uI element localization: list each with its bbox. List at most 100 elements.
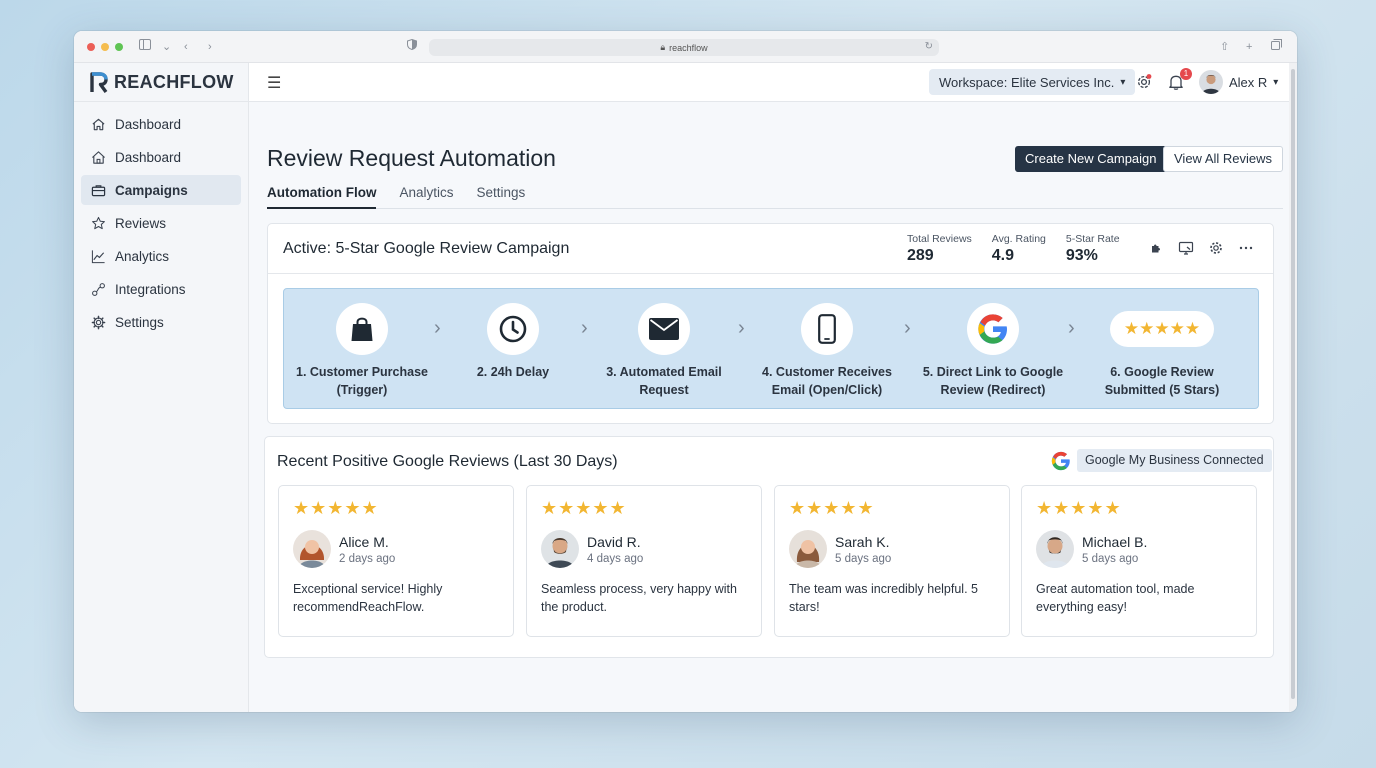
flow-step-email[interactable]: 3. Automated Email Request [584, 303, 744, 399]
recent-reviews-card: Recent Positive Google Reviews (Last 30 … [264, 436, 1274, 658]
settings-status-icon[interactable] [1135, 73, 1153, 91]
review-card[interactable]: ★★★★★ Sarah K. 5 days ago The team was i… [774, 485, 1010, 637]
stat-label: 5-Star Rate [1065, 233, 1120, 245]
tab-analytics[interactable]: Analytics [399, 181, 453, 209]
user-menu[interactable]: Alex R ▾ [1199, 70, 1278, 94]
review-time: 4 days ago [587, 552, 644, 565]
reviewer-name: Sarah K. [835, 533, 890, 550]
top-bar: ☰ Workspace: Elite Services Inc. ▾ 1 Ale… [249, 63, 1289, 102]
window-controls [87, 43, 123, 51]
review-text: The team was incredibly helpful. 5 stars… [789, 582, 978, 614]
puzzle-icon[interactable] [1148, 240, 1164, 256]
user-name: Alex R [1229, 74, 1268, 90]
address-bar[interactable]: 🔒︎ reachflow ↻ [429, 39, 939, 56]
tab-settings[interactable]: Settings [477, 181, 526, 209]
gear-icon[interactable] [1208, 240, 1224, 256]
campaign-stats: Total Reviews 289 Avg. Rating 4.9 5-Star… [907, 233, 1120, 265]
google-logo-icon [967, 303, 1019, 355]
google-connection-status[interactable]: Google My Business Connected [1051, 449, 1272, 472]
sidebar-item-label: Reviews [115, 215, 167, 231]
tab-automation-flow[interactable]: Automation Flow [267, 181, 377, 209]
divider [268, 273, 1273, 274]
sidebar-item-integrations[interactable]: Integrations [81, 274, 241, 304]
five-stars-icon: ★★★★★ [1110, 311, 1214, 347]
brand-name: REACHFLOW [114, 71, 234, 92]
google-logo-icon [1051, 451, 1070, 470]
close-window-button[interactable] [87, 43, 95, 51]
view-all-reviews-button[interactable]: View All Reviews [1163, 146, 1284, 172]
flow-step-receive[interactable]: 4. Customer Receives Email (Open/Click) [747, 303, 907, 399]
clock-icon [487, 303, 539, 355]
more-options-icon[interactable] [1238, 240, 1254, 256]
flow-step-review-submitted[interactable]: ★★★★★ 6. Google Review Submitted (5 Stars… [1082, 303, 1242, 399]
stat-label: Total Reviews [907, 233, 972, 245]
integration-icon [92, 282, 105, 296]
reviewer: Michael B. 5 days ago [1036, 530, 1147, 568]
chevron-down-icon: ▾ [1120, 76, 1126, 88]
tab-overview-icon[interactable] [1271, 39, 1282, 55]
flow-step-google-link[interactable]: 5. Direct Link to Google Review (Redirect… [913, 303, 1073, 399]
back-icon[interactable]: ‹ [184, 39, 188, 55]
workspace-label: Workspace: Elite Services Inc. [939, 74, 1115, 90]
reviewer-name: Alice M. [339, 533, 389, 550]
briefcase-icon [91, 184, 106, 196]
reload-icon[interactable]: ↻ [925, 41, 933, 52]
create-campaign-button[interactable]: Create New Campaign [1015, 146, 1167, 172]
sidebar-item-settings[interactable]: Settings [81, 307, 241, 337]
review-card[interactable]: ★★★★★ Michael B. 5 days ago Great automa… [1021, 485, 1257, 637]
reviewer-avatar [293, 530, 331, 568]
main-content: ☰ Workspace: Elite Services Inc. ▾ 1 Ale… [249, 63, 1289, 712]
five-stars-icon: ★★★★★ [1036, 498, 1122, 518]
reachflow-logo-icon [90, 72, 108, 93]
automation-flow: 1. Customer Purchase (Trigger) › 2. 24h D… [283, 288, 1259, 409]
reviewer-name: Michael B. [1082, 533, 1148, 550]
smartphone-icon [801, 303, 853, 355]
shield-icon[interactable] [407, 38, 417, 55]
reviews-title: Recent Positive Google Reviews (Last 30 … [277, 453, 618, 470]
sidebar-item-dashboard[interactable]: Dashboard [81, 109, 241, 139]
menu-icon[interactable]: ☰ [267, 73, 281, 93]
scrollbar[interactable] [1289, 63, 1297, 712]
sidebar: REACHFLOW Dashboard Dashboard Campaigns … [74, 63, 249, 712]
flow-step-delay[interactable]: 2. 24h Delay [433, 303, 593, 381]
stat-value: 289 [907, 247, 934, 264]
review-time: 5 days ago [835, 552, 892, 565]
brand[interactable]: REACHFLOW [74, 63, 248, 102]
reviewer-avatar [541, 530, 579, 568]
five-stars-icon: ★★★★★ [293, 498, 379, 518]
sidebar-item-label: Settings [115, 314, 164, 330]
reviewer-avatar [1036, 530, 1074, 568]
maximize-window-button[interactable] [115, 43, 123, 51]
campaign-card: Active: 5-Star Google Review Campaign To… [267, 223, 1274, 424]
review-time: 2 days ago [339, 552, 396, 565]
review-card[interactable]: ★★★★★ Alice M. 2 days ago Exceptional se… [278, 485, 514, 637]
sidebar-item-reviews[interactable]: Reviews [81, 208, 241, 238]
sidebar-item-label: Campaigns [115, 182, 188, 198]
sidebar-item-dashboard-2[interactable]: Dashboard [81, 142, 241, 172]
share-icon[interactable]: ⇧ [1220, 39, 1229, 55]
monitor-icon[interactable] [1178, 240, 1194, 256]
line-chart-icon [91, 249, 105, 263]
new-tab-icon[interactable]: + [1246, 39, 1252, 55]
five-stars-icon: ★★★★★ [789, 498, 875, 518]
page-title: Review Request Automation [267, 145, 556, 171]
step-label: 6. Google Review Submitted (5 Stars) [1104, 365, 1220, 397]
scrollbar-thumb[interactable] [1291, 69, 1295, 699]
browser-toolbar: ⌄ ‹ › 🔒︎ reachflow ↻ ⇧ + [74, 31, 1297, 63]
sidebar-item-analytics[interactable]: Analytics [81, 241, 241, 271]
flow-step-purchase[interactable]: 1. Customer Purchase (Trigger) [282, 303, 442, 399]
forward-icon[interactable]: › [208, 39, 212, 55]
stat-value: 4.9 [991, 247, 1015, 264]
sidebar-item-campaigns[interactable]: Campaigns [81, 175, 241, 205]
sidebar-item-label: Dashboard [115, 149, 182, 165]
minimize-window-button[interactable] [101, 43, 109, 51]
workspace-selector[interactable]: Workspace: Elite Services Inc. ▾ [929, 69, 1136, 95]
step-label: 1. Customer Purchase (Trigger) [296, 365, 428, 397]
step-label: 3. Automated Email Request [606, 365, 722, 397]
star-outline-icon [92, 216, 105, 229]
chevron-down-icon[interactable]: ⌄ [162, 39, 171, 55]
stat-total-reviews: Total Reviews 289 [907, 233, 972, 265]
review-card[interactable]: ★★★★★ David R. 4 days ago Seamless proce… [526, 485, 762, 637]
reviewer-avatar [789, 530, 827, 568]
sidebar-toggle-icon[interactable] [139, 39, 151, 55]
